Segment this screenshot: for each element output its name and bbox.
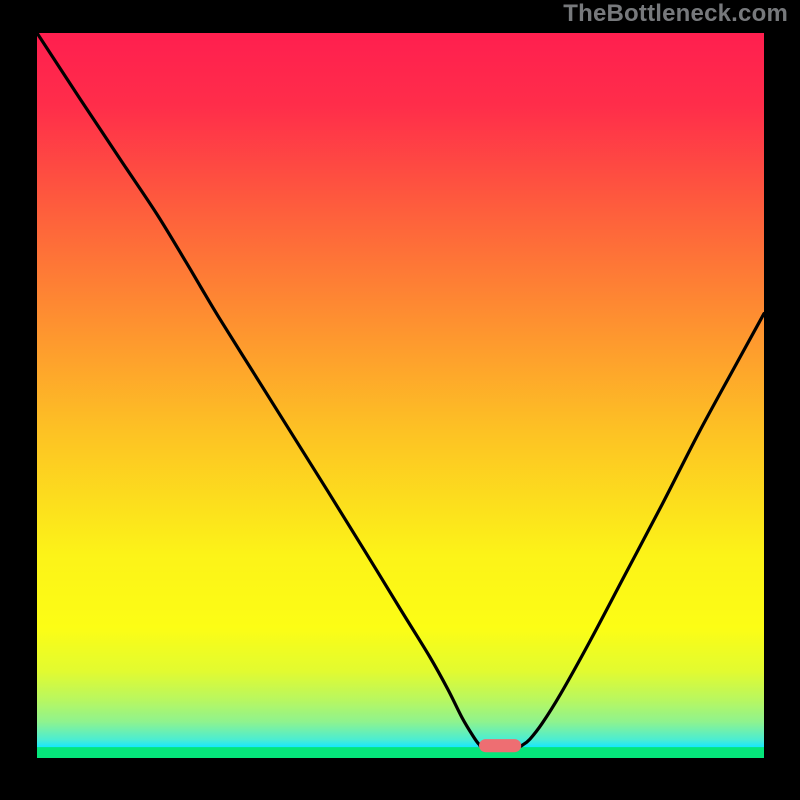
bottleneck-chart: [37, 33, 764, 758]
green-baseline-band: [37, 747, 764, 758]
image-frame: TheBottleneck.com: [0, 0, 800, 800]
watermark-text: TheBottleneck.com: [563, 0, 788, 28]
gradient-background: [37, 33, 764, 758]
optimal-marker: [479, 739, 521, 752]
